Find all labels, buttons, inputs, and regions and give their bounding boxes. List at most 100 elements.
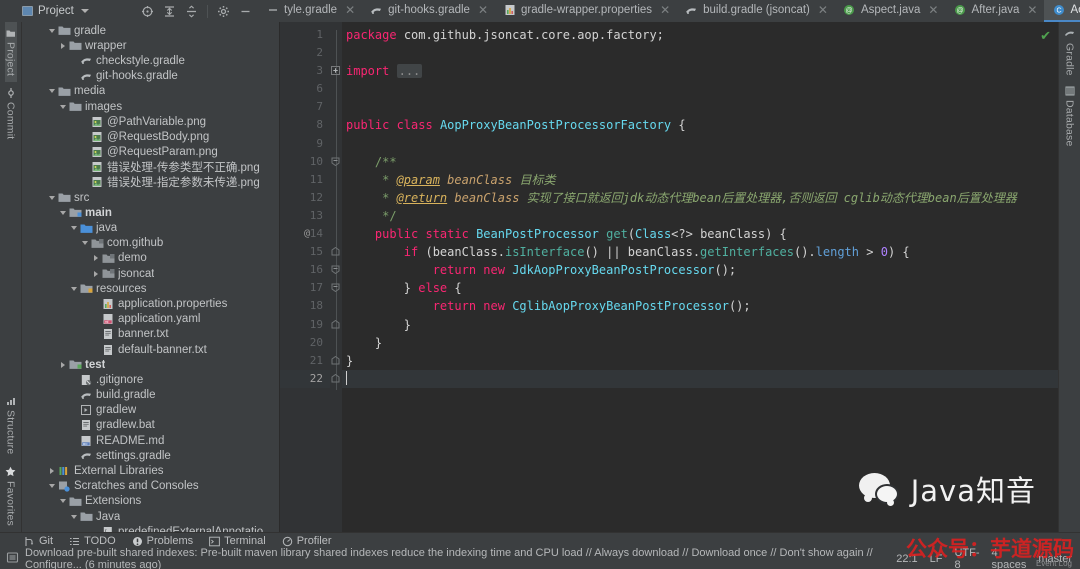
fold-marker-open[interactable] [331,265,340,275]
chevron-right-icon[interactable] [57,42,68,49]
chevron-down-icon[interactable] [46,195,57,200]
code-editor[interactable]: 1 2 3 6 7 8 9 10 11 12 13 14 @15 16 17 18 19 20 21 22 packa… [280,22,1058,532]
code-line[interactable] [342,80,1058,98]
fold-marker-close[interactable] [331,373,340,383]
code-line[interactable]: package com.github.jsoncat.core.aop.fact… [342,26,1058,44]
chevron-down-icon[interactable] [57,499,68,504]
tree-row[interactable]: @PathVariable.png [22,114,279,129]
project-tree[interactable]: gradle wrapper checkstyle.gradle git-hooks.… [22,22,280,532]
code-line[interactable]: } [342,334,1058,352]
tab-git-hooks-gradle[interactable]: git-hooks.gradle ✕ [362,0,495,22]
fold-marker-plus[interactable] [331,66,340,76]
chevron-down-icon[interactable] [57,210,68,215]
caret-position[interactable]: 22:1 [896,553,917,565]
chevron-down-icon[interactable] [80,9,89,13]
tab-aspect-java[interactable]: @ Aspect.java ✕ [835,0,946,22]
line-number[interactable]: 14 @ [280,225,330,243]
tree-row[interactable]: default-banner.txt [22,342,279,357]
tree-row[interactable]: @RequestParam.png [22,145,279,160]
fold-marker-open[interactable] [331,283,340,293]
gutter-annotation-marker[interactable]: @ [304,225,310,243]
tool-window-terminal[interactable]: Terminal [209,535,266,547]
code-line[interactable] [342,369,1058,388]
tab-build-gradle-jsoncat-[interactable]: build.gradle (jsoncat) ✕ [677,0,835,22]
chevron-down-icon[interactable] [68,286,79,291]
git-branch[interactable]: master [1038,553,1072,565]
tree-row[interactable]: resources [22,281,279,296]
chevron-down-icon[interactable] [68,514,79,519]
tab-after-java[interactable]: @ After.java ✕ [945,0,1044,22]
tool-window-git[interactable]: Git [24,535,53,547]
expand-all-icon[interactable] [163,5,176,18]
code-line[interactable] [342,98,1058,116]
code-folding-gutter[interactable] [330,22,342,532]
chevron-right-icon[interactable] [46,468,57,475]
tree-row[interactable]: ml application.yaml [22,312,279,327]
close-icon[interactable]: ✕ [818,4,828,16]
fold-marker-close[interactable] [331,355,340,365]
editor-code-area[interactable]: 1 2 3 6 7 8 9 10 11 12 13 14 @15 16 17 18 19 20 21 22 packa… [280,22,1058,532]
line-number[interactable]: 9 [280,135,330,153]
file-encoding[interactable]: UTF-8 [954,547,979,569]
code-line[interactable]: } [342,316,1058,334]
tree-row[interactable]: gradle [22,23,279,38]
sidebar-item-gradle[interactable]: Gradle [1064,24,1076,81]
chevron-down-icon[interactable] [57,104,68,109]
tool-window-todo[interactable]: TODO [69,535,116,547]
code-line[interactable]: /** [342,153,1058,171]
sidebar-item-favorites[interactable]: Favorites [5,460,17,532]
indent-setting[interactable]: 4 spaces [992,547,1027,569]
sidebar-item-database[interactable]: Database [1064,81,1076,152]
line-number[interactable]: 13 [280,207,330,225]
line-number[interactable]: 12 [280,189,330,207]
tab-active-aopproxybeanpostprocessorfactory-java[interactable]: CAopProxyBeanPostProcessorFactory.java✕ [1044,0,1080,22]
code-line[interactable]: } else { [342,279,1058,297]
tree-row[interactable]: images [22,99,279,114]
code-line[interactable]: */ [342,207,1058,225]
tree-row[interactable]: com.github [22,236,279,251]
chevron-right-icon[interactable] [57,361,68,368]
tree-row[interactable]: @RequestBody.png [22,129,279,144]
fold-marker-close[interactable] [331,319,340,329]
chevron-down-icon[interactable] [46,484,57,489]
line-number[interactable]: 1 [280,26,330,44]
tree-row[interactable]: gradlew [22,403,279,418]
tree-row[interactable]: Extensions [22,494,279,509]
line-number[interactable]: 2 [280,44,330,62]
code-line[interactable]: * @return beanClass 实现了接口就返回jdk动态代理bean后… [342,189,1058,207]
chevron-right-icon[interactable] [90,270,101,277]
tree-row[interactable]: src [22,190,279,205]
status-message[interactable]: Download pre-built shared indexes: Pre-b… [25,547,896,569]
close-icon[interactable]: ✕ [478,4,488,16]
project-panel-title-group[interactable]: Project [22,5,89,17]
locate-file-icon[interactable] [141,5,154,18]
code-line[interactable] [342,135,1058,153]
line-number[interactable]: 8 [280,116,330,134]
tree-row[interactable]: 错误处理-传参类型不正确.png [22,160,279,175]
collapse-all-icon[interactable] [185,4,198,18]
code-line[interactable]: import ... [342,62,1058,80]
status-message-group[interactable]: Download pre-built shared indexes: Pre-b… [6,547,896,569]
tree-row[interactable]: application.properties [22,296,279,311]
line-number[interactable]: 19 [280,316,330,334]
tree-row[interactable]: build.gradle [22,388,279,403]
tree-row[interactable]: Scratches and Consoles [22,479,279,494]
tree-row[interactable]: java [22,220,279,235]
tree-row[interactable]: jsoncat [22,266,279,281]
settings-gear-icon[interactable] [217,5,230,18]
tool-window-profiler[interactable]: Profiler [282,535,332,547]
tree-row[interactable]: git-hooks.gradle [22,69,279,84]
code-line[interactable]: } [342,352,1058,370]
tree-row[interactable]: .gitignore [22,372,279,387]
tree-row[interactable]: wrapper [22,38,279,53]
tree-row[interactable]: MD README.md [22,433,279,448]
tree-row[interactable]: media [22,84,279,99]
sidebar-item-structure[interactable]: Structure [5,390,17,460]
line-number[interactable]: 3 [280,62,330,80]
chevron-down-icon[interactable] [68,226,79,231]
tree-row[interactable]: predefinedExternalAnnotations.json [22,524,279,532]
tool-window-problems[interactable]: Problems [132,535,193,547]
code-line[interactable]: if (beanClass.isInterface() || beanClass… [342,243,1058,261]
line-number[interactable]: 21 [280,352,330,370]
line-number[interactable]: 20 [280,334,330,352]
